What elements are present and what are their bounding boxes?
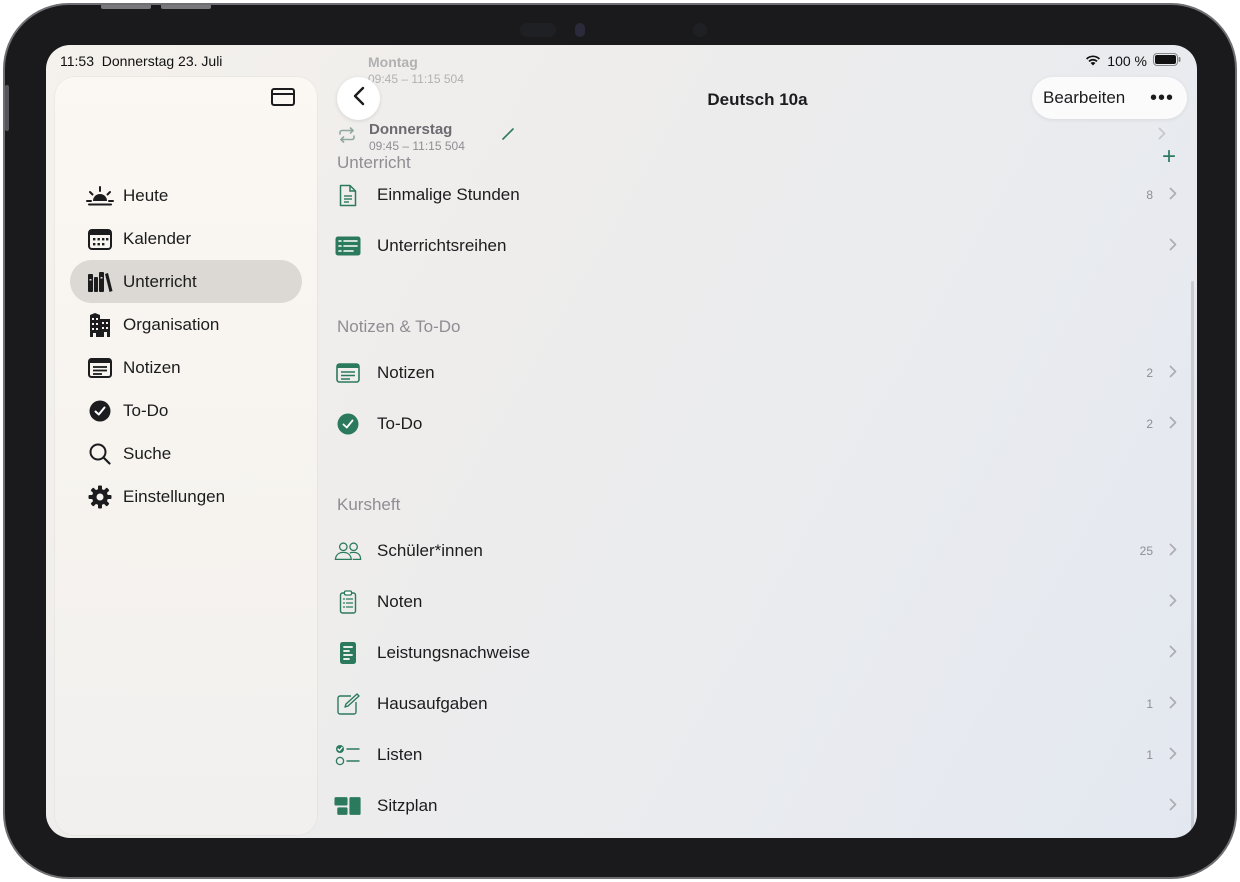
volume-button — [101, 5, 151, 9]
list-item-noten[interactable]: Noten — [334, 577, 1177, 627]
list-item-listen[interactable]: Listen 1 — [334, 730, 1177, 780]
chevron-right-icon — [1169, 592, 1177, 612]
schedule-time: 09:45 – 11:15 504 — [369, 139, 465, 153]
list-item-label: Sitzplan — [377, 796, 438, 815]
building-icon — [85, 312, 115, 338]
detail-pane: Montag 09:45 – 11:15 504 Donnerstag 09:4… — [318, 45, 1197, 838]
report-icon — [334, 641, 362, 665]
list-item-todo[interactable]: To-Do 2 — [334, 399, 1177, 449]
list-item-label: To-Do — [377, 414, 423, 433]
camera-housing — [520, 23, 556, 37]
count-badge: 1 — [1146, 748, 1153, 762]
sidebar-item-label: Suche — [123, 443, 172, 463]
list-item-schuelerinnen[interactable]: Schüler*innen 25 — [334, 526, 1177, 576]
list-item-label: Noten — [377, 592, 423, 611]
section-title-notizen-todo: Notizen & To-Do — [337, 317, 461, 336]
section-title-kursheft: Kursheft — [337, 495, 401, 514]
sensor — [693, 23, 707, 37]
chevron-right-icon — [1169, 796, 1177, 816]
sidebar-item-label: To-Do — [123, 400, 169, 420]
gear-icon — [85, 485, 115, 509]
more-button[interactable]: ••• — [1150, 87, 1174, 110]
add-button[interactable]: + — [1162, 145, 1176, 169]
camera-lens — [575, 23, 585, 37]
chevron-right-icon — [1169, 694, 1177, 714]
sidebar-nav: Heute Kalender Unterricht Organisation N… — [70, 185, 302, 568]
sidebar-item-heute[interactable]: Heute — [70, 174, 302, 217]
chevron-right-icon — [1169, 745, 1177, 765]
seating-icon — [334, 796, 362, 816]
list-item-hausaufgaben[interactable]: Hausaufgaben 1 — [334, 679, 1177, 729]
schedule-time: 09:45 – 11:15 504 — [368, 72, 464, 86]
status-date: Donnerstag 23. Juli — [101, 53, 223, 69]
list-item-label: Einmalige Stunden — [377, 185, 520, 204]
schedule-ghost-montag: Montag 09:45 – 11:15 504 — [368, 54, 464, 86]
schedule-row-donnerstag[interactable]: Donnerstag 09:45 – 11:15 504 — [338, 121, 1166, 161]
sidebar-item-notizen[interactable]: Notizen — [70, 346, 302, 389]
sunrise-icon — [85, 185, 115, 206]
sidebar-toggle-icon[interactable] — [271, 88, 295, 106]
list-item-label: Hausaufgaben — [377, 694, 488, 713]
people-icon — [334, 541, 362, 561]
list-item-notizen[interactable]: Notizen 2 — [334, 348, 1177, 398]
edit-pencil-icon[interactable] — [501, 127, 515, 146]
sidebar-item-label: Organisation — [123, 314, 220, 334]
count-badge: 25 — [1139, 544, 1153, 558]
schedule-day: Donnerstag — [369, 121, 453, 138]
count-badge: 2 — [1146, 417, 1153, 431]
volume-button — [161, 5, 211, 9]
list-item-leistungsnachweise[interactable]: Leistungsnachweise — [334, 628, 1177, 678]
sidebar-item-todo[interactable]: To-Do — [70, 389, 302, 432]
chevron-right-icon — [1169, 414, 1177, 434]
note-icon — [334, 363, 362, 383]
sidebar-item-label: Einstellungen — [123, 486, 226, 506]
sidebar-item-label: Unterricht — [123, 271, 197, 291]
list-item-label: Notizen — [377, 363, 435, 382]
toolbar-actions: Bearbeiten ••• — [1032, 77, 1187, 119]
side-button — [5, 85, 9, 131]
list-item-label: Unterrichtsreihen — [377, 236, 507, 255]
sidebar-item-kalender[interactable]: Kalender — [70, 217, 302, 260]
status-time: 11:53 — [60, 53, 94, 69]
sidebar-item-label: Notizen — [123, 357, 181, 377]
sidebar: Heute Kalender Unterricht Organisation N… — [55, 77, 317, 835]
list-item-label: Schüler*innen — [377, 541, 483, 560]
screen: 11:53 Donnerstag 23. Juli 100 % Heute Ka… — [46, 45, 1197, 838]
repeat-icon — [338, 127, 356, 148]
search-icon — [85, 443, 115, 465]
sidebar-item-organisation[interactable]: Organisation — [70, 303, 302, 346]
scrollbar[interactable] — [1191, 281, 1194, 833]
chevron-right-icon — [1169, 363, 1177, 383]
schedule-day: Montag — [368, 54, 418, 70]
pencil-square-icon — [334, 693, 362, 715]
sidebar-item-einstellungen[interactable]: Einstellungen — [70, 475, 302, 518]
chevron-right-icon — [1169, 643, 1177, 663]
count-badge: 1 — [1146, 697, 1153, 711]
sidebar-item-unterricht[interactable]: Unterricht — [70, 260, 302, 303]
sidebar-item-label: Kalender — [123, 228, 192, 248]
clipboard-icon — [334, 590, 362, 614]
chevron-right-icon — [1169, 185, 1177, 205]
checkmark-circle-icon — [334, 413, 362, 435]
count-badge: 2 — [1146, 366, 1153, 380]
checkmark-circle-icon — [85, 400, 115, 422]
note-icon — [85, 357, 115, 379]
books-icon — [85, 271, 115, 293]
sidebar-item-suche[interactable]: Suche — [70, 432, 302, 475]
chevron-right-icon — [1169, 541, 1177, 561]
count-badge: 8 — [1146, 188, 1153, 202]
list-item-sitzplan[interactable]: Sitzplan — [334, 781, 1177, 831]
list-item-unterrichtsreihen[interactable]: Unterrichtsreihen — [334, 221, 1177, 271]
list-item-einmalige-stunden[interactable]: Einmalige Stunden 8 — [334, 170, 1177, 220]
chevron-right-icon — [1169, 236, 1177, 256]
status-time-date: 11:53 Donnerstag 23. Juli — [60, 53, 222, 69]
list-item-label: Listen — [377, 745, 423, 764]
document-icon — [334, 184, 362, 207]
edit-button[interactable]: Bearbeiten — [1043, 88, 1125, 108]
calendar-icon — [85, 228, 115, 250]
list-rows-icon — [334, 236, 362, 256]
sidebar-item-label: Heute — [123, 185, 169, 205]
list-item-label: Leistungsnachweise — [377, 643, 531, 662]
checklist-icon — [334, 744, 362, 766]
